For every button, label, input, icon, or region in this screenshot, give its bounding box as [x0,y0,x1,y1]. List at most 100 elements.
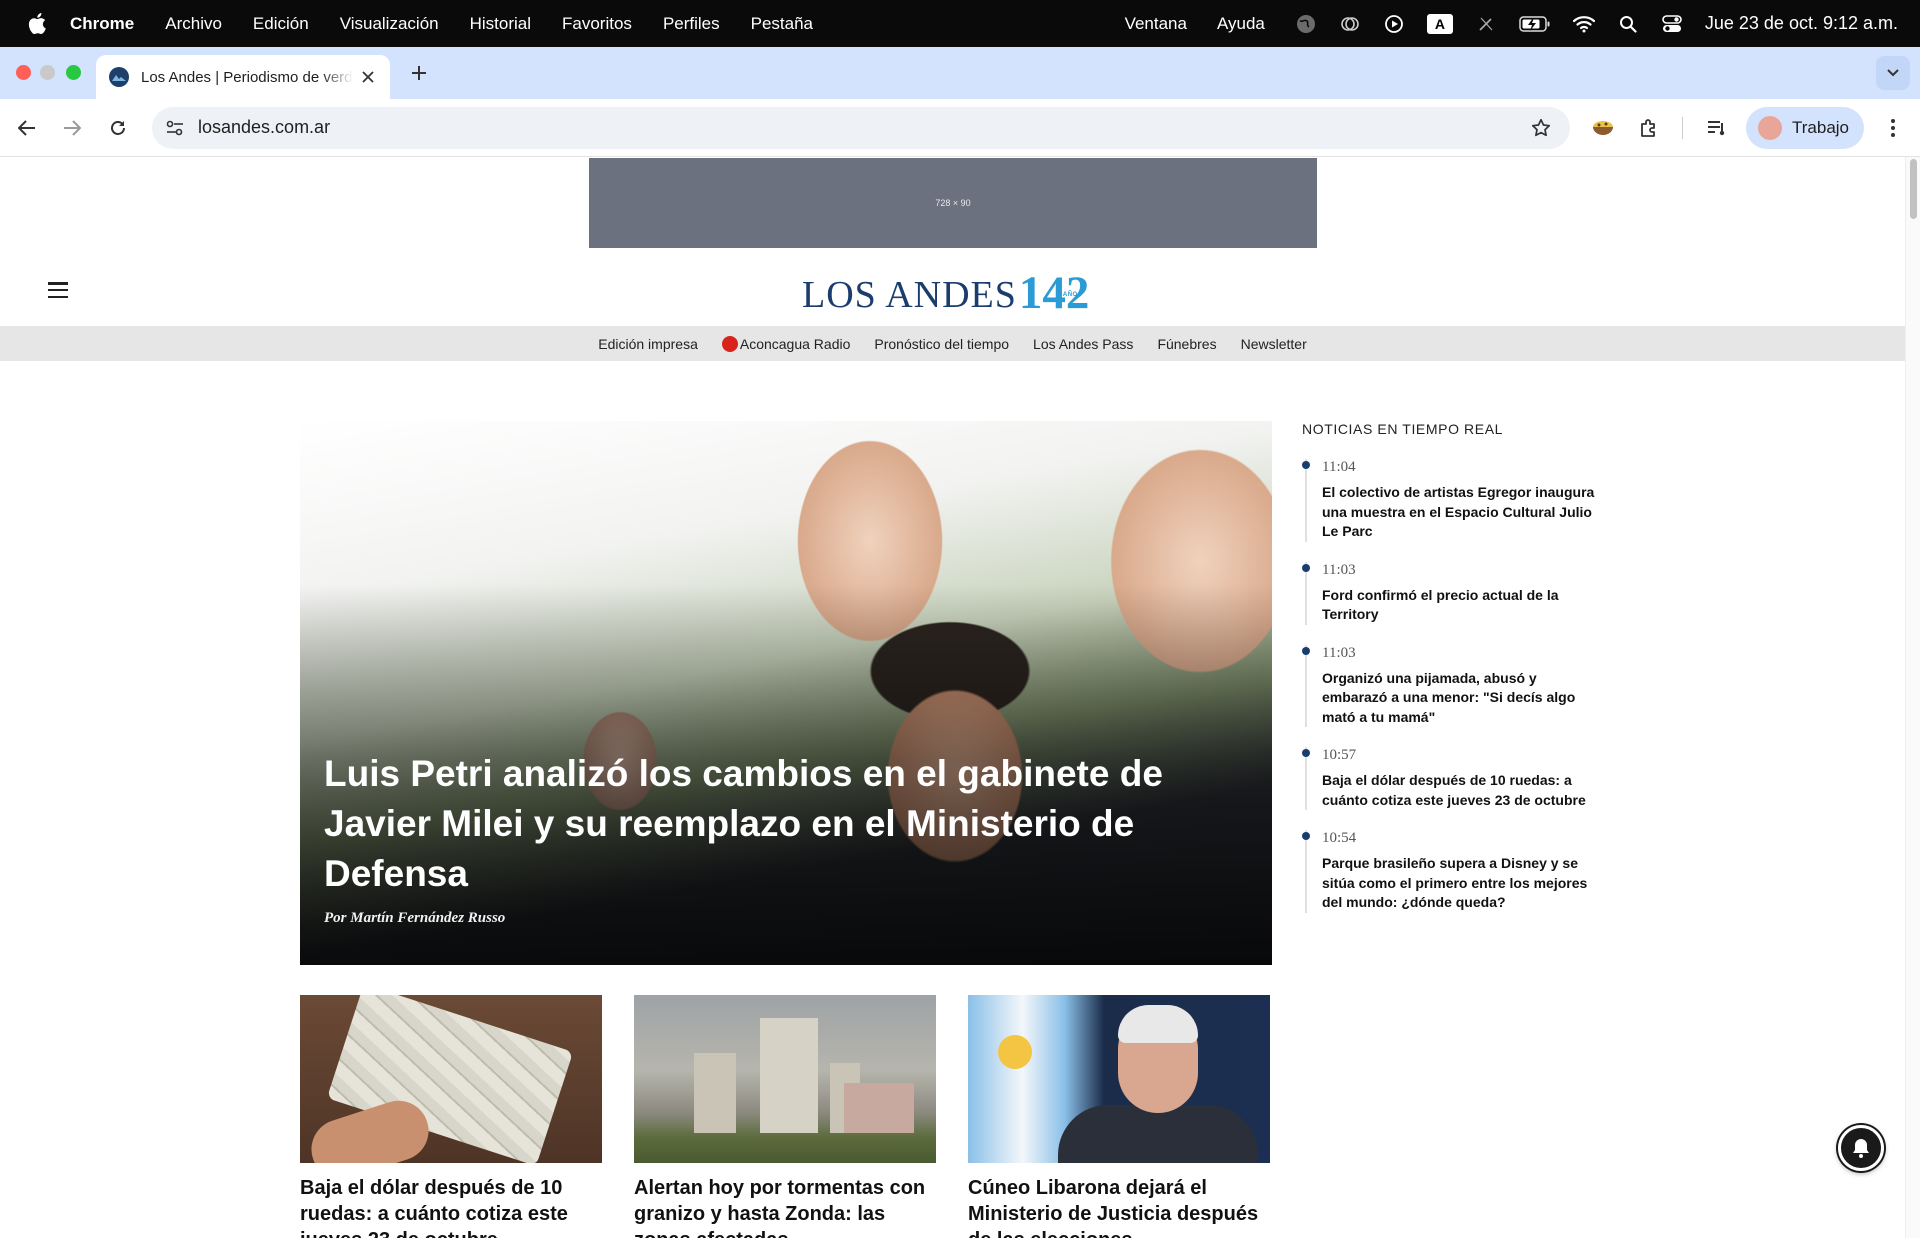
realtime-headline[interactable]: Parque brasileño supera a Disney y se si… [1322,854,1602,913]
realtime-time: 11:03 [1322,644,1356,661]
menu-archivo[interactable]: Archivo [165,14,222,34]
extensions-puzzle-icon[interactable] [1636,115,1662,141]
timeline-dot [1302,563,1310,572]
timeline-dot [1302,646,1310,655]
notification-bell-icon[interactable] [1838,1125,1884,1171]
forward-arrow-icon[interactable] [59,115,85,141]
realtime-time: 11:04 [1322,459,1356,475]
subnav-los-andes-pass[interactable]: Los Andes Pass [1033,336,1133,352]
hero-story[interactable]: Luis Petri analizó los cambios en el gab… [300,421,1272,965]
story-card-tormentas[interactable]: Alertan hoy por tormentas con granizo y … [634,995,936,1238]
card-headline[interactable]: Baja el dólar después de 10 ruedas: a cu… [300,1175,602,1238]
media-queue-icon[interactable] [1704,115,1730,141]
zoom-window-button[interactable] [66,65,81,80]
apple-icon[interactable] [26,13,48,35]
back-arrow-icon[interactable] [14,115,40,141]
realtime-news-sidebar: NOTICIAS EN TIEMPO REAL 11:04 El colecti… [1302,421,1602,933]
close-window-button[interactable] [16,65,31,80]
realtime-item[interactable]: 10:54 Parque brasileño supera a Disney y… [1302,830,1602,913]
hair-shape [1118,1005,1198,1043]
menu-historial[interactable]: Historial [470,14,531,34]
card-photo-politician[interactable] [968,995,1270,1163]
hero-headline[interactable]: Luis Petri analizó los cambios en el gab… [324,749,1184,899]
realtime-headline[interactable]: Baja el dólar después de 10 ruedas: a cu… [1322,771,1602,810]
web-page: 728 × 90 LOS ANDES 142 AÑOS Edición impr… [0,157,1905,1238]
url-text[interactable]: losandes.com.ar [198,117,330,138]
subnav-newsletter[interactable]: Newsletter [1241,336,1307,352]
ad-banner[interactable]: 728 × 90 [589,158,1317,248]
macos-menu-bar: Chrome Archivo Edición Visualización His… [0,0,1920,47]
control-center-icon[interactable] [1661,13,1683,35]
extension-bowl-icon[interactable] [1590,115,1616,141]
menu-app-name[interactable]: Chrome [70,14,134,34]
building-shape [844,1083,914,1133]
card-photo-money[interactable] [300,995,602,1163]
subnav-edicion-impresa[interactable]: Edición impresa [598,336,698,352]
card-headline[interactable]: Cúneo Libarona dejará el Ministerio de J… [968,1175,1270,1238]
hamburger-menu-icon[interactable] [48,282,68,298]
tab-search-chevron-icon[interactable] [1876,56,1910,90]
globe-icon[interactable] [1295,13,1317,35]
subnav-funebres[interactable]: Fúnebres [1157,336,1216,352]
menu-perfiles[interactable]: Perfiles [663,14,720,34]
page-scrollbar[interactable] [1905,157,1920,1238]
story-card-dolar[interactable]: Baja el dólar después de 10 ruedas: a cu… [300,995,602,1238]
bookmark-star-icon[interactable] [1530,117,1552,139]
input-source-label: A [1426,13,1453,34]
subnav-pronostico[interactable]: Pronóstico del tiempo [874,336,1009,352]
hero-byline: Por Martín Fernández Russo [324,910,506,926]
subnav-aconcagua-radio[interactable]: Aconcagua Radio [721,335,850,352]
browser-toolbar: losandes.com.ar Trabajo [0,99,1920,157]
menu-edicion[interactable]: Edición [253,14,309,34]
menu-bar-clock[interactable]: Jue 23 de oct. 9:12 a.m. [1705,13,1898,34]
close-tab-icon[interactable] [358,67,378,87]
menu-ayuda[interactable]: Ayuda [1217,14,1265,34]
realtime-headline[interactable]: Ford confirmó el precio actual de la Ter… [1322,586,1602,625]
minimize-window-button[interactable] [40,65,55,80]
menu-pestana[interactable]: Pestaña [751,14,813,34]
ad-size-label: 728 × 90 [935,198,971,208]
live-red-dot-icon [721,335,738,352]
realtime-item[interactable]: 11:04 El colectivo de artistas Egregor i… [1302,459,1602,542]
flag-sun-shape [998,1035,1032,1069]
realtime-item[interactable]: 10:57 Baja el dólar después de 10 ruedas… [1302,747,1602,810]
new-tab-plus-icon[interactable] [408,62,430,84]
realtime-time: 10:57 [1322,747,1357,763]
suit-shape [1058,1105,1258,1163]
realtime-headline[interactable]: El colectivo de artistas Egregor inaugur… [1322,483,1602,542]
timeline-dot [1302,461,1310,469]
pen-slash-icon[interactable] [1475,13,1497,35]
logo-years-suffix: AÑOS [1062,292,1083,298]
scrollbar-thumb[interactable] [1910,159,1917,219]
wifi-icon[interactable] [1572,13,1595,35]
card-photo-city[interactable] [634,995,936,1163]
reload-icon[interactable] [105,115,131,141]
realtime-time: 11:03 [1322,561,1356,578]
menu-visualizacion[interactable]: Visualización [340,14,439,34]
realtime-item[interactable]: 11:03 Ford confirmó el precio actual de … [1302,561,1602,625]
timeline-dot [1302,749,1310,757]
logo-text: LOS ANDES [802,274,1017,316]
card-headline[interactable]: Alertan hoy por tormentas con granizo y … [634,1175,936,1238]
spotlight-search-icon[interactable] [1617,13,1639,35]
profile-avatar [1758,116,1782,140]
tab-strip: Los Andes | Periodismo de verdad [0,47,1920,99]
battery-icon[interactable] [1519,13,1551,35]
menu-favoritos[interactable]: Favoritos [562,14,632,34]
screen-mirror-icon[interactable] [1339,13,1361,35]
site-settings-icon[interactable] [164,117,186,139]
building-shape [760,1018,818,1133]
input-source-icon[interactable]: A [1426,13,1453,35]
profile-button[interactable]: Trabajo [1746,107,1864,149]
story-card-cuneo[interactable]: Cúneo Libarona dejará el Ministerio de J… [968,995,1270,1238]
play-circle-icon[interactable] [1383,13,1405,35]
realtime-time: 10:54 [1322,830,1357,846]
site-logo[interactable]: LOS ANDES 142 AÑOS [802,267,1089,317]
address-bar[interactable]: losandes.com.ar [152,107,1570,149]
timeline-dot [1302,832,1310,840]
menu-ventana[interactable]: Ventana [1125,14,1187,34]
tab-los-andes[interactable]: Los Andes | Periodismo de verdad [96,55,390,99]
chrome-menu-kebab-icon[interactable] [1880,115,1906,141]
realtime-headline[interactable]: Organizó una pijamada, abusó y embarazó … [1322,669,1602,728]
realtime-item[interactable]: 11:03 Organizó una pijamada, abusó y emb… [1302,644,1602,728]
